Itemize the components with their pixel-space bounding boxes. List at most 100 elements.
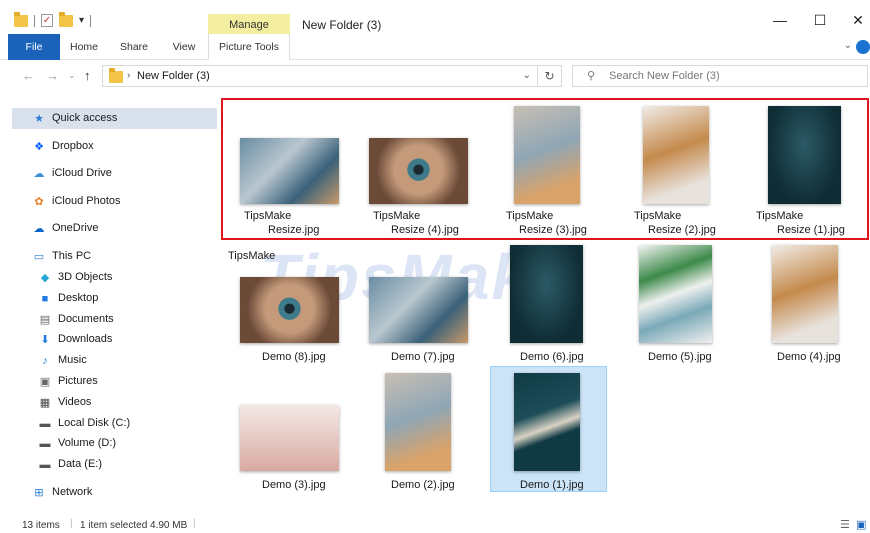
sidebar-item-icloud-photos[interactable]: ✿ iCloud Photos (12, 191, 217, 212)
onedrive-icon: ☁ (33, 222, 45, 235)
dropbox-icon: ❖ (34, 140, 44, 153)
properties-icon[interactable]: ✓ (41, 14, 53, 27)
sidebar-item-label: Pictures (58, 375, 98, 387)
details-view-icon[interactable]: ☰ (840, 518, 850, 531)
star-icon: ★ (34, 112, 44, 125)
sidebar-item-label: iCloud Drive (52, 167, 112, 179)
file-name: Demo (3).jpg (262, 479, 326, 491)
music-icon: ♪ (42, 354, 48, 367)
sidebar-item-label: Desktop (58, 292, 99, 304)
thumbnail (514, 373, 580, 471)
document-icon: ▤ (39, 313, 51, 326)
title-bar: ✓ ▾ Manage New Folder (3) — ☐ ✕ (0, 0, 870, 34)
address-path[interactable]: New Folder (3) (137, 70, 210, 82)
sidebar-item-label: OneDrive (52, 222, 99, 234)
expand-ribbon-icon[interactable]: ⌄ (844, 40, 852, 51)
thumbnail (240, 138, 339, 204)
sidebar-item-network[interactable]: ⊞ Network (12, 482, 217, 503)
thumbnail (240, 405, 339, 471)
thumbnail (643, 106, 709, 204)
sidebar-item-label: Videos (58, 396, 92, 408)
address-bar-row: ← → ⌄ ↑ › New Folder (3) ⌄ ↻ ⚲ Search Ne… (0, 60, 870, 92)
sidebar-item-desktop[interactable]: ■ Desktop (12, 288, 217, 309)
sidebar-item-data-e[interactable]: ▬ Data (E:) (12, 454, 217, 475)
pictures-icon: ▣ (39, 375, 51, 388)
back-button[interactable]: ← (22, 68, 35, 83)
tab-share[interactable]: Share (114, 34, 154, 60)
close-button[interactable]: ✕ (838, 12, 870, 29)
new-folder-icon[interactable] (59, 11, 73, 27)
sidebar-item-label: This PC (52, 250, 92, 262)
manage-context-tab[interactable]: Manage (208, 14, 290, 34)
file-name-line2: Resize (3).jpg (519, 224, 587, 236)
sidebar-item-label: Downloads (58, 333, 113, 345)
search-input[interactable]: ⚲ Search New Folder (3) (572, 65, 868, 87)
sidebar-item-label: Volume (D:) (58, 437, 117, 449)
thumbnail (639, 245, 712, 343)
recent-locations-icon[interactable]: ⌄ (68, 70, 76, 81)
sidebar-item-onedrive[interactable]: ☁ OneDrive (12, 218, 217, 239)
customize-qat-icon[interactable]: ▾ (79, 15, 84, 26)
video-icon: ▦ (39, 396, 51, 409)
thumbnail (768, 106, 841, 204)
sidebar-item-volume-d[interactable]: ▬ Volume (D:) (12, 433, 217, 454)
file-name: Demo (7).jpg (391, 351, 455, 363)
sidebar-item-icloud-drive[interactable]: ☁ iCloud Drive (12, 163, 217, 184)
file-name: Demo (5).jpg (648, 351, 712, 363)
address-box[interactable]: › New Folder (3) ⌄ (102, 65, 538, 87)
tab-view[interactable]: View (164, 34, 204, 60)
chevron-down-icon[interactable]: ⌄ (523, 70, 531, 81)
separator: | (193, 518, 196, 529)
tab-file[interactable]: File (8, 34, 60, 60)
chevron-right-icon[interactable]: › (127, 70, 130, 81)
refresh-button[interactable]: ↻ (538, 65, 562, 87)
search-icon: ⚲ (587, 70, 596, 82)
separator (34, 14, 35, 27)
network-icon: ⊞ (34, 486, 44, 499)
tab-home[interactable]: Home (64, 34, 104, 60)
file-name: Demo (6).jpg (520, 351, 584, 363)
item-count: 13 items (22, 520, 60, 531)
file-name-line1: TipsMake (634, 210, 682, 222)
file-name-line1: TipsMake (756, 210, 804, 222)
sidebar-item-3d-objects[interactable]: ◆ 3D Objects (12, 267, 217, 288)
maximize-button[interactable]: ☐ (800, 12, 840, 29)
sidebar-item-label: Network (52, 486, 93, 498)
file-name-line2: Resize (2).jpg (648, 224, 716, 236)
search-placeholder: Search New Folder (3) (609, 70, 720, 82)
sidebar-item-label: Documents (58, 313, 114, 325)
desktop-icon: ■ (41, 292, 49, 305)
sidebar-item-this-pc[interactable]: ▭ This PC (12, 246, 217, 267)
file-name: Demo (2).jpg (391, 479, 455, 491)
sidebar-item-pictures[interactable]: ▣ Pictures (12, 371, 217, 392)
forward-button[interactable]: → (46, 68, 59, 83)
sidebar-item-quick-access[interactable]: ★ Quick access (12, 108, 217, 129)
large-icons-view-icon[interactable]: ▣ (856, 518, 866, 531)
file-name-line2: Resize (1).jpg (777, 224, 845, 236)
sidebar-item-documents[interactable]: ▤ Documents (12, 309, 217, 330)
up-button[interactable]: ↑ (84, 68, 91, 83)
cloud-icon: ☁ (33, 167, 45, 180)
file-name: Demo (8).jpg (262, 351, 326, 363)
sidebar-item-label: Data (E:) (58, 458, 103, 470)
sidebar-item-downloads[interactable]: ⬇ Downloads (12, 329, 217, 350)
thumbnail (514, 106, 580, 204)
file-name-line1: TipsMake (373, 210, 421, 222)
help-icon[interactable] (856, 40, 870, 54)
sidebar-item-local-disk[interactable]: ▬ Local Disk (C:) (12, 413, 217, 434)
ribbon-tabs: File Home Share View Picture Tools ⌄ (0, 34, 870, 60)
thumbnail (385, 373, 451, 471)
file-name: Demo (4).jpg (777, 351, 841, 363)
minimize-button[interactable]: — (760, 12, 800, 28)
sidebar-item-label: Quick access (52, 112, 118, 124)
sidebar-item-music[interactable]: ♪ Music (12, 350, 217, 371)
thumbnail (240, 277, 339, 343)
status-bar: 13 items | 1 item selected 4.90 MB | ☰ ▣ (0, 516, 870, 533)
tab-picture-tools[interactable]: Picture Tools (208, 34, 290, 60)
sidebar-item-label: Music (58, 354, 87, 366)
thumbnail (772, 245, 838, 343)
sidebar-item-dropbox[interactable]: ❖ Dropbox (12, 136, 217, 157)
sidebar-item-label: Local Disk (C:) (58, 417, 131, 429)
sidebar-item-label: Dropbox (52, 140, 94, 152)
sidebar-item-videos[interactable]: ▦ Videos (12, 392, 217, 413)
